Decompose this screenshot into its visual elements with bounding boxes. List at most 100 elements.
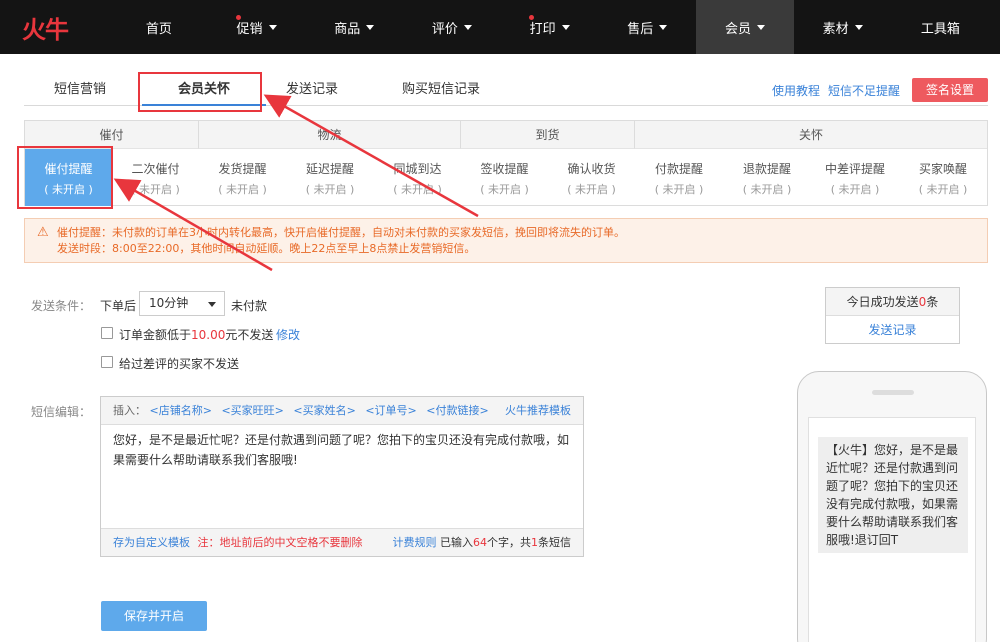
cat-item-label: 二次催付 [131, 162, 180, 176]
amount-checkbox[interactable] [101, 327, 113, 339]
highlight-box-payment-reminder [17, 146, 113, 209]
cat-item-refund-reminder[interactable]: 退款提醒 ( 未开启 ) [723, 149, 811, 206]
time-select[interactable]: 10分钟 [139, 291, 225, 316]
cat-item-sign-reminder[interactable]: 签收提醒 ( 未开启 ) [461, 149, 548, 206]
cat-item-status: ( 未开启 ) [654, 183, 704, 196]
today-stats-box: 今日成功发送0条 发送记录 [825, 287, 960, 344]
cat-item-city-arrival[interactable]: 同城到达 ( 未开启 ) [374, 149, 461, 206]
cat-item-label: 同城到达 [393, 162, 442, 176]
nav-item-label: 促销 [236, 21, 263, 37]
nav-item-6[interactable]: 会员 [696, 0, 794, 54]
phone-screen: 【火牛】您好，是不是最近忙呢？还是付款遇到问题了呢？您拍下的宝贝还没有完成付款哦… [808, 417, 976, 642]
save-and-enable-button[interactable]: 保存并开启 [101, 601, 207, 631]
insert-label: 插入： [113, 404, 146, 417]
count-suffix: 条短信 [538, 536, 571, 549]
cat-item-label: 延迟提醒 [305, 162, 354, 176]
chevron-down-icon [463, 24, 472, 30]
nav-item-label: 会员 [724, 21, 751, 37]
recommended-template-link[interactable]: 火牛推荐模板 [505, 397, 571, 424]
nav-item-7[interactable]: 素材 [794, 0, 892, 54]
cat-item-status: ( 未开启 ) [480, 183, 529, 196]
cat-item-status: ( 未开启 ) [393, 183, 442, 196]
cat-item-buyer-wakeup[interactable]: 买家唤醒 ( 未开启 ) [899, 149, 987, 206]
insert-order-number[interactable]: <订单号> [365, 404, 416, 417]
nav-item-1[interactable]: 促销 [208, 0, 306, 54]
category-header-reminder: 催付 [25, 121, 199, 149]
chevron-down-icon [366, 24, 375, 30]
sms-editor: 插入： <店铺名称> <买家旺旺> <买家姓名> <订单号> <付款链接> 火牛… [100, 396, 584, 557]
top-links: 使用教程 短信不足提醒 签名设置 [772, 78, 988, 102]
cat-item-confirm-receipt[interactable]: 确认收货 ( 未开启 ) [548, 149, 635, 206]
chevron-down-icon [756, 24, 765, 30]
notification-dot [235, 15, 241, 20]
chevron-down-icon [561, 24, 570, 30]
no-bad-review-checkbox[interactable] [101, 356, 113, 368]
insufficient-sms-link[interactable]: 短信不足提醒 [828, 82, 900, 99]
cat-item-label: 付款提醒 [654, 162, 703, 176]
phone-speaker [872, 390, 914, 395]
notification-dot [528, 15, 534, 20]
phone-preview: 【火牛】您好，是不是最近忙呢？还是付款遇到问题了呢？您拍下的宝贝还没有完成付款哦… [797, 371, 987, 642]
cat-item-label: 买家唤醒 [918, 162, 967, 176]
nav-items: 首页 促销 商品 评价 打印 售后 会员 素材 工具箱 [110, 0, 989, 54]
time-select-value: 10分钟 [149, 296, 189, 310]
nav-item-4[interactable]: 打印 [501, 0, 599, 54]
cat-item-ship-reminder[interactable]: 发货提醒 ( 未开启 ) [199, 149, 286, 206]
nav-item-label: 评价 [431, 21, 458, 37]
today-sent-count: 今日成功发送0条 [826, 288, 959, 316]
editor-toolbar: 插入： <店铺名称> <买家旺旺> <买家姓名> <订单号> <付款链接> 火牛… [101, 397, 583, 425]
tutorial-link[interactable]: 使用教程 [772, 82, 820, 99]
sms-content-textarea[interactable]: 您好，是不是最近忙呢？还是付款遇到问题了呢？您拍下的宝贝还没有完成付款哦，如果需… [101, 425, 583, 529]
count-msgs: 1 [531, 536, 538, 549]
cat-item-status: ( 未开启 ) [305, 183, 355, 196]
cat-item-status: ( 未开启 ) [918, 183, 968, 196]
cat-item-label: 确认收货 [567, 162, 616, 176]
tab-purchase-records[interactable]: 购买短信记录 [402, 74, 480, 106]
nav-item-5[interactable]: 售后 [598, 0, 696, 54]
category-grid: 催付 物流 到货 关怀 催付提醒( 未开启 ) 二次催付( 未开启 ) 发货提醒… [24, 120, 988, 206]
after-order-text: 下单后 [100, 299, 137, 313]
address-note: 注：地址前后的中文空格不要删除 [197, 536, 363, 549]
chevron-down-icon [268, 24, 277, 30]
insert-pay-link[interactable]: <付款链接> [426, 404, 488, 417]
insert-buyer-name[interactable]: <买家姓名> [293, 404, 355, 417]
billing-rules-link[interactable]: 计费规则 [393, 536, 437, 549]
save-template-link[interactable]: 存为自定义模板 [113, 536, 190, 549]
no-bad-review-text: 给过差评的买家不发送 [119, 357, 240, 371]
count-chars: 64 [473, 536, 487, 549]
chevron-down-icon [854, 24, 863, 30]
stats-send-records-link[interactable]: 发送记录 [868, 323, 916, 337]
cat-item-label: 退款提醒 [742, 162, 791, 176]
sms-edit-label: 短信编辑： [31, 405, 92, 419]
category-header-logistics: 物流 [199, 121, 461, 149]
tab-sms-marketing[interactable]: 短信营销 [54, 74, 106, 106]
nav-item-8[interactable]: 工具箱 [892, 0, 990, 54]
nav-item-2[interactable]: 商品 [305, 0, 403, 54]
cat-item-status: ( 未开启 ) [830, 183, 880, 196]
highlight-box-member-care [138, 72, 262, 112]
insert-shop-name[interactable]: <店铺名称> [150, 404, 212, 417]
modify-link[interactable]: 修改 [276, 326, 300, 343]
nav-item-label: 工具箱 [920, 21, 960, 37]
cat-item-pay-reminder[interactable]: 付款提醒 ( 未开启 ) [635, 149, 723, 206]
editor-footer: 存为自定义模板 注：地址前后的中文空格不要删除 计费规则 已输入64个字，共1条… [101, 528, 583, 556]
insert-buyer-wangwang[interactable]: <买家旺旺> [221, 404, 283, 417]
preview-message: 【火牛】您好，是不是最近忙呢？还是付款遇到问题了呢？您拍下的宝贝还没有完成付款哦… [818, 437, 968, 553]
amount-rule: 订单金额低于10.00元不发送 [119, 326, 273, 343]
cat-item-label: 发货提醒 [218, 162, 267, 176]
tab-send-records[interactable]: 发送记录 [286, 74, 338, 106]
sign-settings-button[interactable]: 签名设置 [912, 78, 988, 102]
warning-icon: ⚠ [37, 225, 49, 240]
logo[interactable]: 火牛 [0, 0, 110, 54]
nav-item-label: 打印 [529, 21, 556, 37]
nav-item-0[interactable]: 首页 [110, 0, 208, 54]
amount-value: 10.00 [191, 328, 226, 342]
cat-item-delay-reminder[interactable]: 延迟提醒 ( 未开启 ) [286, 149, 374, 206]
cat-item-status: ( 未开启 ) [567, 183, 616, 196]
stats-suffix: 条 [926, 295, 939, 309]
cat-item-second-reminder[interactable]: 二次催付 ( 未开启 ) [112, 149, 199, 206]
cat-item-bad-review-reminder[interactable]: 中差评提醒 ( 未开启 ) [811, 149, 899, 206]
nav-item-3[interactable]: 评价 [403, 0, 501, 54]
stats-prefix: 今日成功发送 [846, 295, 919, 309]
cat-item-label: 签收提醒 [480, 162, 529, 176]
